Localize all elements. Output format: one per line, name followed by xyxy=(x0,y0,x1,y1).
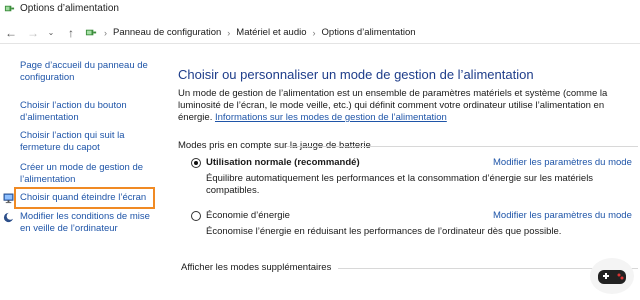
gamepad-icon xyxy=(598,270,626,284)
sidebar-item-create-power-plan[interactable]: Créer un mode de gestion de l’alimentati… xyxy=(20,162,160,186)
power-options-icon xyxy=(4,5,15,11)
breadcrumb-separator: › xyxy=(104,27,107,38)
control-panel-icon xyxy=(85,29,97,36)
page-description: Un mode de gestion de l’alimentation est… xyxy=(178,88,638,124)
window-title: Options d’alimentation xyxy=(20,2,119,14)
balanced-plan-radio[interactable] xyxy=(191,158,201,168)
balanced-plan-settings-link[interactable]: Modifier les paramètres du mode xyxy=(493,157,632,168)
sidebar-item-power-button-action[interactable]: Choisir l’action du bouton d’alimentatio… xyxy=(20,100,160,124)
monitor-icon xyxy=(3,193,14,204)
breadcrumb-hardware-audio[interactable]: Matériel et audio xyxy=(236,27,306,38)
up-arrow-icon[interactable]: ↑ xyxy=(63,25,79,41)
address-bar: ← → ⌄ ↑ › Panneau de configuration › Mat… xyxy=(0,22,640,44)
gamepad-logo xyxy=(590,258,634,294)
recent-chevron-icon[interactable]: ⌄ xyxy=(43,25,59,41)
power-saver-plan-radio[interactable] xyxy=(191,211,201,221)
breadcrumb-control-panel[interactable]: Panneau de configuration xyxy=(113,27,221,38)
power-saver-plan-name[interactable]: Économie d’énergie xyxy=(206,210,290,221)
show-more-plans-toggle[interactable]: Afficher les modes supplémentaires xyxy=(181,262,331,273)
balanced-plan-name[interactable]: Utilisation normale (recommandé) xyxy=(206,157,360,168)
power-saver-plan-description: Économise l’énergie en réduisant les per… xyxy=(206,226,562,237)
page-title: Choisir ou personnaliser un mode de gest… xyxy=(178,67,534,82)
sidebar-item-sleep-settings[interactable]: Modifier les conditions de mise en veill… xyxy=(20,211,160,235)
highlight-box xyxy=(14,187,155,209)
back-arrow-icon[interactable]: ← xyxy=(3,25,19,41)
balanced-plan-description: Équilibre automatiquement les performanc… xyxy=(206,173,594,196)
title-bar: Options d’alimentation xyxy=(0,0,640,16)
power-plans-info-link[interactable]: Informations sur les modes de gestion de… xyxy=(215,112,447,123)
power-saver-plan-settings-link[interactable]: Modifier les paramètres du mode xyxy=(493,210,632,221)
moon-sleep-icon xyxy=(3,212,14,223)
section-divider xyxy=(286,146,638,147)
forward-arrow-icon[interactable]: → xyxy=(25,25,41,41)
breadcrumb-separator: › xyxy=(312,27,316,38)
sidebar-item-lid-close-action[interactable]: Choisir l’action qui suit la fermeture d… xyxy=(20,130,160,154)
sidebar-item-control-panel-home[interactable]: Page d’accueil du panneau de configurati… xyxy=(20,60,160,84)
breadcrumb-separator: › xyxy=(227,27,231,38)
breadcrumb-power-options[interactable]: Options d’alimentation xyxy=(322,27,416,38)
